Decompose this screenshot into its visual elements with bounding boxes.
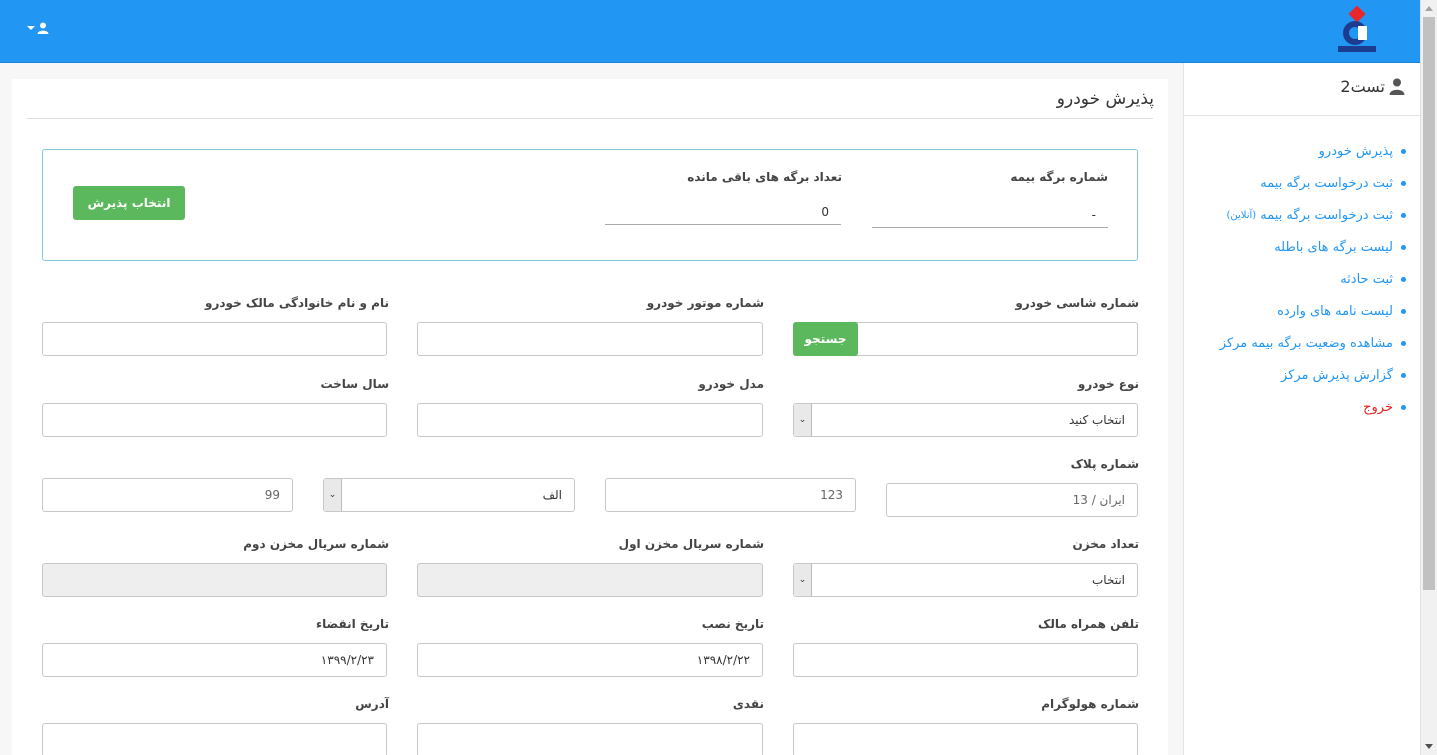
page-title: پذیرش خودرو (1056, 89, 1154, 109)
remaining-sheets-field: 0 (605, 199, 841, 225)
bullet-icon (1401, 308, 1406, 314)
select-admission-button[interactable]: انتخاب پذیرش (73, 186, 185, 220)
sidebar-divider (1184, 115, 1420, 116)
tank2-serial-input[interactable] (42, 563, 387, 597)
bullet-icon (1401, 212, 1406, 218)
plate-two-digit-input[interactable]: 99 (42, 478, 293, 512)
caret-down-icon (27, 26, 35, 30)
owner-name-input[interactable] (42, 322, 387, 356)
sidebar-username: تست2 (1340, 77, 1385, 96)
plate-label: شماره پلاک (1070, 457, 1139, 471)
install-date-label: تاریخ نصب (701, 617, 764, 631)
bullet-icon (1401, 276, 1406, 282)
bullet-icon (1401, 148, 1406, 154)
policy-number-field: - (872, 202, 1108, 228)
sidebar-item-incoming-letters[interactable]: لیست نامه های وارده (1220, 295, 1406, 327)
policy-selection-box: شماره برگه بیمه - تعداد برگه های باقی ما… (42, 149, 1138, 261)
tank1-serial-label: شماره سریال مخزن اول (618, 537, 764, 551)
sidebar-user: تست2 (1340, 77, 1405, 96)
owner-name-label: نام و نام خانوادگی مالک خودرو (205, 296, 389, 310)
chevron-down-icon: ⌄ (324, 479, 342, 511)
main-panel: پذیرش خودرو شماره برگه بیمه - تعداد برگه… (12, 79, 1168, 755)
user-dropdown[interactable] (27, 22, 49, 34)
chassis-label: شماره شاسی خودرو (1015, 296, 1139, 310)
hologram-label: شماره هولوگرام (1041, 697, 1139, 711)
search-button[interactable]: جستجو (793, 322, 858, 356)
user-icon (1389, 78, 1405, 95)
plate-letter-select[interactable]: ⌄ الف (323, 478, 575, 512)
vehicle-type-select[interactable]: ⌄ انتخاب کنید (793, 403, 1138, 437)
chevron-down-icon: ⌄ (794, 404, 812, 436)
remaining-sheets-label: تعداد برگه های باقی مانده (687, 170, 842, 184)
address-input[interactable] (42, 723, 387, 755)
bullet-icon (1401, 180, 1406, 186)
engine-input[interactable] (417, 322, 763, 356)
user-icon (37, 22, 49, 34)
scrollbar-thumb[interactable] (1423, 17, 1435, 590)
chevron-down-icon: ⌄ (794, 564, 812, 596)
bullet-icon (1401, 404, 1406, 410)
sidebar: تست2 پذیرش خودرو ثبت درخواست برگه بیمه ث… (1183, 63, 1420, 755)
sidebar-item-logout[interactable]: خروج (1220, 391, 1406, 423)
scroll-up-icon[interactable] (1425, 6, 1433, 11)
model-input[interactable] (417, 403, 763, 437)
year-label: سال ساخت (320, 377, 389, 391)
sidebar-item-policy-request[interactable]: ثبت درخواست برگه بیمه (1220, 167, 1406, 199)
scroll-down-icon[interactable] (1425, 744, 1433, 749)
policy-number-label: شماره برگه بیمه (1010, 170, 1108, 184)
year-input[interactable] (42, 403, 387, 437)
bullet-icon (1401, 340, 1406, 346)
top-navbar (0, 0, 1420, 63)
address-label: آدرس (355, 697, 389, 711)
hologram-input[interactable] (793, 723, 1138, 755)
expire-date-input[interactable]: ۱۳۹۹/۲/۲۳ (42, 643, 387, 677)
tank-count-select[interactable]: ⌄ انتخاب (793, 563, 1138, 597)
sidebar-item-vehicle-admission[interactable]: پذیرش خودرو (1220, 135, 1406, 167)
sidebar-item-policy-request-online[interactable]: ثبت درخواست برگه بیمه (آنلاین) (1220, 199, 1406, 231)
expire-date-label: تاریخ انقضاء (316, 617, 389, 631)
plate-three-digit-input[interactable]: 123 (605, 478, 856, 512)
title-divider (27, 118, 1153, 119)
install-date-input[interactable]: ۱۳۹۸/۲/۲۲ (417, 643, 763, 677)
sidebar-item-accident[interactable]: ثبت حادثه (1220, 263, 1406, 295)
owner-phone-label: تلفن همراه مالک (1038, 617, 1139, 631)
sidebar-item-center-report[interactable]: گزارش پذیرش مرکز (1220, 359, 1406, 391)
sidebar-menu: پذیرش خودرو ثبت درخواست برگه بیمه ثبت در… (1220, 135, 1406, 423)
cash-label: نقدی (732, 697, 764, 711)
model-label: مدل خودرو (698, 377, 764, 391)
cash-input[interactable] (417, 723, 763, 755)
vehicle-type-label: نوع خودرو (1077, 377, 1139, 391)
tank-count-label: تعداد مخزن (1072, 537, 1139, 551)
tank1-serial-input[interactable] (417, 563, 763, 597)
bullet-icon (1401, 244, 1406, 250)
vertical-scrollbar[interactable] (1420, 0, 1437, 755)
bullet-icon (1401, 372, 1406, 378)
plate-iran-input[interactable]: ایران / 13 (886, 483, 1138, 517)
tank2-serial-label: شماره سریال مخزن دوم (243, 537, 389, 551)
sidebar-item-policy-status[interactable]: مشاهده وضعیت برگه بیمه مرکز (1220, 327, 1406, 359)
engine-label: شماره موتور خودرو (646, 296, 764, 310)
owner-phone-input[interactable] (793, 643, 1138, 677)
brand-logo[interactable] (1332, 5, 1382, 56)
sidebar-item-void-sheets[interactable]: لیست برگه های باطله (1220, 231, 1406, 263)
